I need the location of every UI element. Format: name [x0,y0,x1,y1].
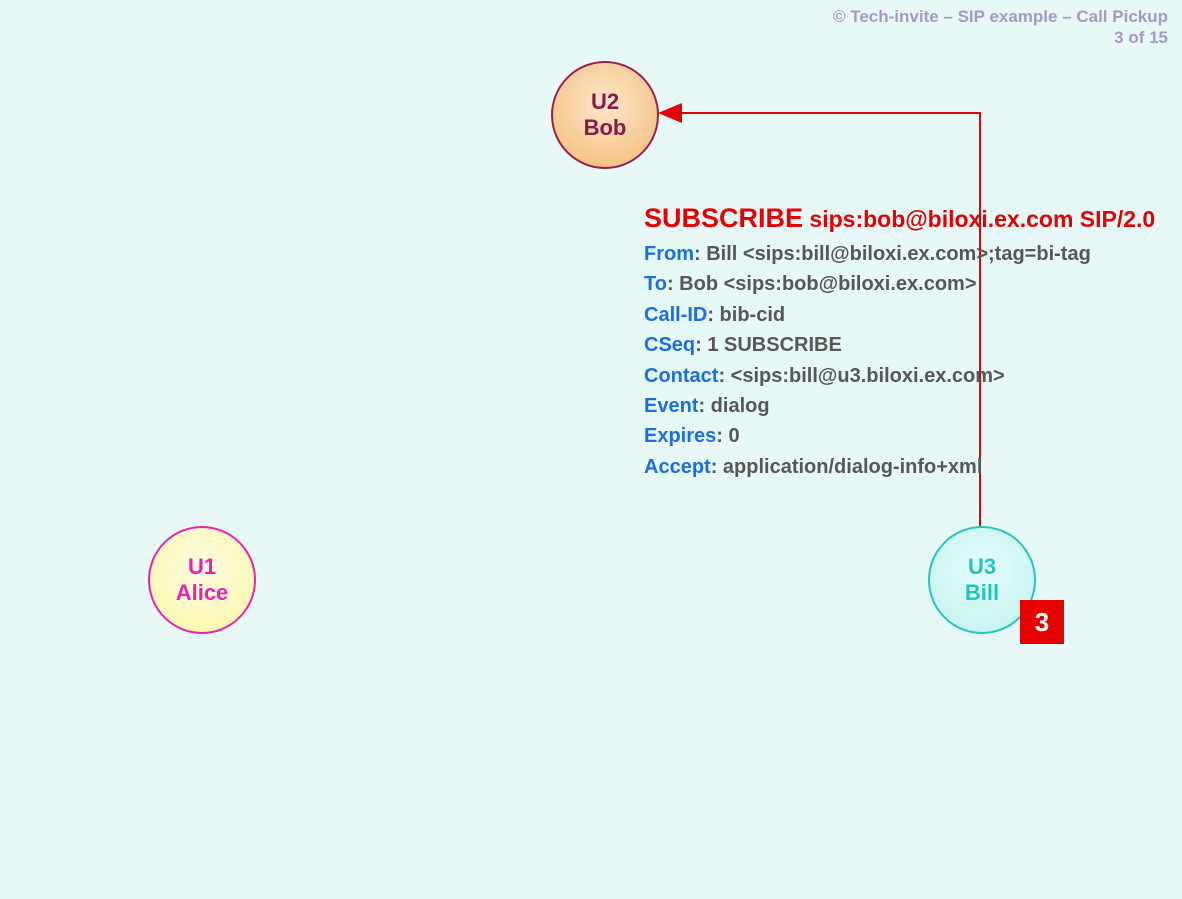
sip-header-from: From: Bill <sips:bill@biloxi.ex.com>;tag… [644,239,1155,269]
node-u3-name: Bill [965,580,999,606]
sip-header-cseq: CSeq: 1 SUBSCRIBE [644,330,1155,360]
node-u2-id: U2 [591,89,619,115]
sip-message-block: SUBSCRIBE sips:bob@biloxi.ex.com SIP/2.0… [644,198,1155,482]
sip-header-contact: Contact: <sips:bill@u3.biloxi.ex.com> [644,361,1155,391]
header-source: © Tech-invite – SIP example – Call Picku… [833,6,1168,27]
sip-request-line: SUBSCRIBE sips:bob@biloxi.ex.com SIP/2.0 [644,198,1155,239]
sip-header-event: Event: dialog [644,391,1155,421]
sip-header-accept: Accept: application/dialog-info+xml [644,452,1155,482]
node-u1-name: Alice [176,580,229,606]
step-number-badge: 3 [1020,600,1064,644]
sip-header-expires: Expires: 0 [644,421,1155,451]
node-u1-id: U1 [188,554,216,580]
node-u2-bob: U2 Bob [551,61,659,169]
node-u2-name: Bob [584,115,627,141]
node-u1-alice: U1 Alice [148,526,256,634]
sip-header-call-id: Call-ID: bib-cid [644,300,1155,330]
sip-method: SUBSCRIBE [644,203,803,233]
sip-header-to: To: Bob <sips:bob@biloxi.ex.com> [644,269,1155,299]
node-u3-id: U3 [968,554,996,580]
header-page-indicator: 3 of 15 [833,27,1168,48]
header-reference: © Tech-invite – SIP example – Call Picku… [833,6,1168,49]
sip-request-uri: sips:bob@biloxi.ex.com SIP/2.0 [809,206,1155,232]
